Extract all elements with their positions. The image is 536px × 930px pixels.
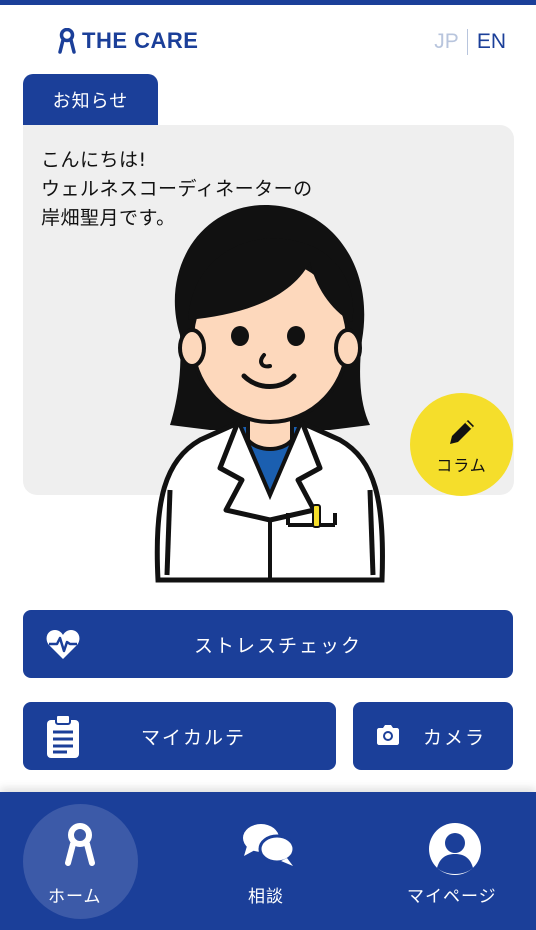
column-button[interactable]: コラム	[410, 393, 513, 496]
app-header: THE CARE JP EN	[0, 5, 536, 71]
user-icon	[429, 823, 481, 875]
column-label: コラム	[436, 455, 487, 475]
nav-consult[interactable]: 相談	[178, 792, 358, 930]
nav-mypage-label: マイページ	[407, 887, 497, 907]
clipboard-icon	[47, 714, 79, 758]
camera-button[interactable]: カメラ	[353, 702, 513, 770]
doctor-illustration	[154, 205, 385, 583]
language-switch: JP EN	[434, 29, 506, 55]
greeting-line: こんにちは!	[41, 149, 147, 171]
home-logo-icon	[65, 823, 95, 866]
nav-home-label: ホーム	[48, 887, 102, 907]
camera-label: カメラ	[423, 726, 487, 749]
nav-mypage[interactable]: マイページ	[365, 792, 536, 930]
bottom-navigation: ホーム 相談 マイページ	[0, 792, 536, 930]
stress-check-button[interactable]: ストレスチェック	[23, 610, 513, 678]
camera-icon	[377, 725, 399, 745]
my-karte-button[interactable]: マイカルテ	[23, 702, 336, 770]
nav-consult-label: 相談	[248, 887, 284, 907]
lang-jp-option[interactable]: JP	[434, 30, 467, 54]
stress-check-label: ストレスチェック	[193, 634, 362, 657]
my-karte-label: マイカルテ	[141, 726, 247, 749]
pencil-icon	[449, 419, 474, 444]
chat-bubbles-icon	[243, 824, 295, 866]
logo-text: THE CARE	[82, 28, 199, 53]
lang-en-option[interactable]: EN	[468, 30, 506, 54]
app-logo[interactable]: THE CARE	[58, 27, 198, 55]
logo-mark-icon	[58, 28, 76, 54]
notice-tab[interactable]: お知らせ	[23, 74, 158, 126]
nav-home[interactable]: ホーム	[0, 792, 170, 930]
